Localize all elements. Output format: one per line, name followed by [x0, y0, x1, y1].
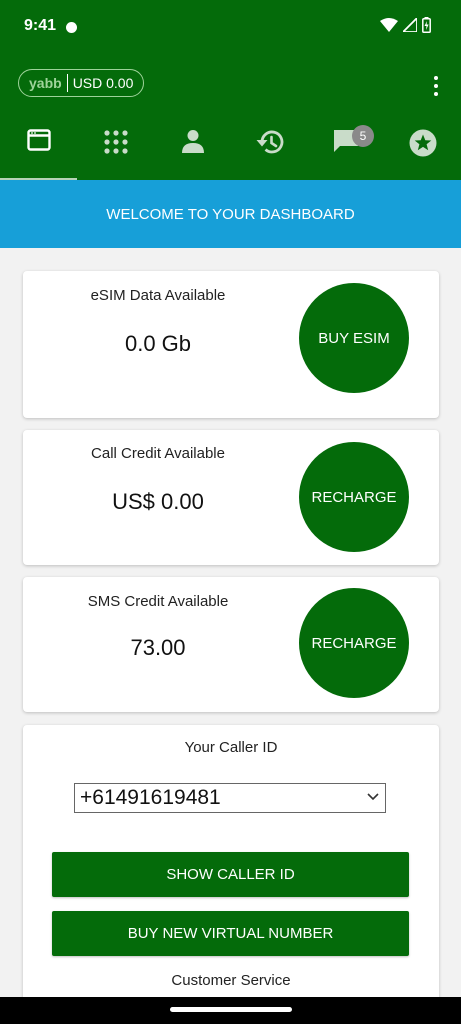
tab-bar: 5	[0, 114, 461, 180]
wifi-icon	[380, 18, 398, 32]
overflow-menu-button[interactable]	[424, 72, 448, 100]
buy-virtual-number-button[interactable]: BUY NEW VIRTUAL NUMBER	[52, 911, 409, 956]
tab-favorites[interactable]	[384, 114, 461, 180]
tab-contacts[interactable]	[154, 114, 231, 180]
recharge-call-button[interactable]: RECHARGE	[299, 442, 409, 552]
caller-id-card: Your Caller ID +61491619481 SHOW CALLER …	[23, 725, 439, 1015]
caller-id-selected-value: +61491619481	[80, 786, 221, 809]
caller-id-select[interactable]: +61491619481	[74, 783, 386, 813]
tab-messages[interactable]	[307, 114, 384, 180]
sms-credit-card: SMS Credit Available 73.00 RECHARGE	[23, 577, 439, 712]
recharge-sms-button[interactable]: RECHARGE	[299, 588, 409, 698]
pill-divider	[66, 74, 68, 92]
tab-dashboard[interactable]	[0, 114, 77, 180]
chevron-down-icon	[367, 793, 379, 801]
welcome-banner: WELCOME TO YOUR DASHBOARD	[0, 180, 461, 248]
kebab-dot	[434, 76, 438, 80]
browser-window-icon	[26, 129, 51, 151]
status-bar: 9:41	[0, 0, 461, 54]
customer-service-link[interactable]: Customer Service	[23, 972, 439, 989]
sms-credit-label: SMS Credit Available	[87, 593, 229, 610]
balance-pill[interactable]: yabb USD 0.00	[18, 69, 145, 97]
star-icon	[409, 129, 436, 157]
status-icons	[380, 17, 431, 33]
brand-logo: yabb	[29, 75, 62, 91]
esim-label: eSIM Data Available	[90, 287, 226, 304]
contact-person-icon	[181, 130, 204, 153]
system-navigation-bar	[0, 997, 461, 1024]
home-gesture-handle[interactable]	[170, 1007, 292, 1012]
call-credit-card: Call Credit Available US$ 0.00 RECHARGE	[23, 430, 439, 565]
notification-dot-icon	[66, 22, 77, 33]
caller-id-title: Your Caller ID	[184, 739, 278, 756]
dialpad-icon	[103, 130, 128, 154]
show-caller-id-button[interactable]: SHOW CALLER ID	[52, 852, 409, 897]
unread-badge: 5	[352, 125, 374, 147]
balance-value: USD 0.00	[72, 75, 134, 91]
esim-value: 0.0 Gb	[124, 331, 192, 356]
buy-esim-button[interactable]: BUY ESIM	[299, 283, 409, 393]
kebab-dot	[434, 92, 438, 96]
tab-history[interactable]	[230, 114, 307, 180]
battery-icon	[422, 17, 431, 33]
app-header: 9:41 yabb USD 0.00 5	[0, 0, 461, 180]
sms-credit-value: 73.00	[130, 635, 186, 660]
esim-card: eSIM Data Available 0.0 Gb BUY ESIM	[23, 271, 439, 418]
tab-dialpad[interactable]	[77, 114, 154, 180]
kebab-dot	[434, 84, 438, 88]
signal-icon	[403, 18, 417, 32]
status-time: 9:41	[24, 17, 57, 34]
history-icon	[256, 130, 283, 154]
call-credit-value: US$ 0.00	[112, 489, 204, 514]
call-credit-label: Call Credit Available	[91, 445, 225, 462]
